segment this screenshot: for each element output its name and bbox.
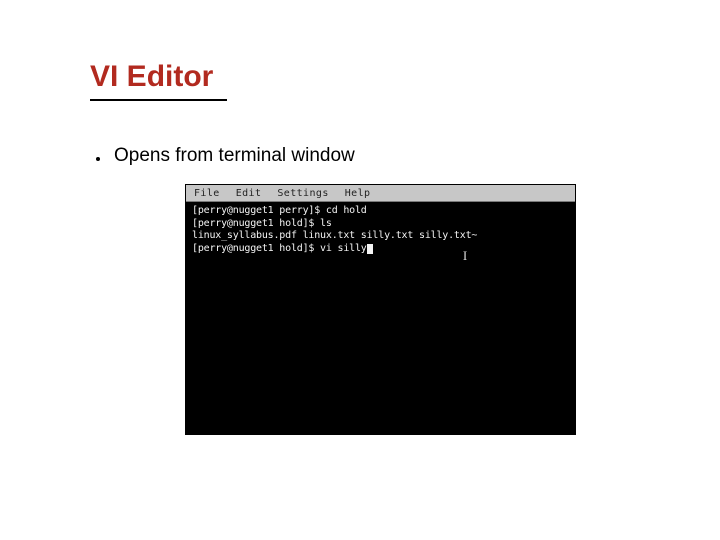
menu-file[interactable]: File	[194, 188, 220, 199]
bullet-text: Opens from terminal window	[114, 145, 355, 167]
terminal-prompt-text: [perry@nugget1 hold]$ vi silly	[192, 243, 367, 254]
terminal-menubar: File Edit Settings Help	[186, 185, 575, 202]
cursor-icon	[367, 244, 373, 254]
slide: VI Editor Opens from terminal window Fil…	[0, 0, 720, 540]
terminal-line: [perry@nugget1 hold]$ ls	[192, 218, 569, 231]
terminal-body[interactable]: [perry@nugget1 perry]$ cd hold [perry@nu…	[186, 202, 575, 258]
ibeam-cursor-icon: I	[463, 250, 467, 263]
bullet-item: Opens from terminal window	[96, 145, 355, 167]
menu-settings[interactable]: Settings	[277, 188, 328, 199]
menu-edit[interactable]: Edit	[236, 188, 262, 199]
title-underline	[90, 99, 227, 101]
bullet-dot-icon	[96, 157, 100, 161]
terminal-line: [perry@nugget1 perry]$ cd hold	[192, 205, 569, 218]
terminal-line: linux_syllabus.pdf linux.txt silly.txt s…	[192, 230, 569, 243]
terminal-window: File Edit Settings Help [perry@nugget1 p…	[185, 184, 576, 435]
terminal-line: [perry@nugget1 hold]$ vi silly	[192, 243, 569, 256]
menu-help[interactable]: Help	[345, 188, 371, 199]
slide-title: VI Editor	[90, 60, 213, 94]
